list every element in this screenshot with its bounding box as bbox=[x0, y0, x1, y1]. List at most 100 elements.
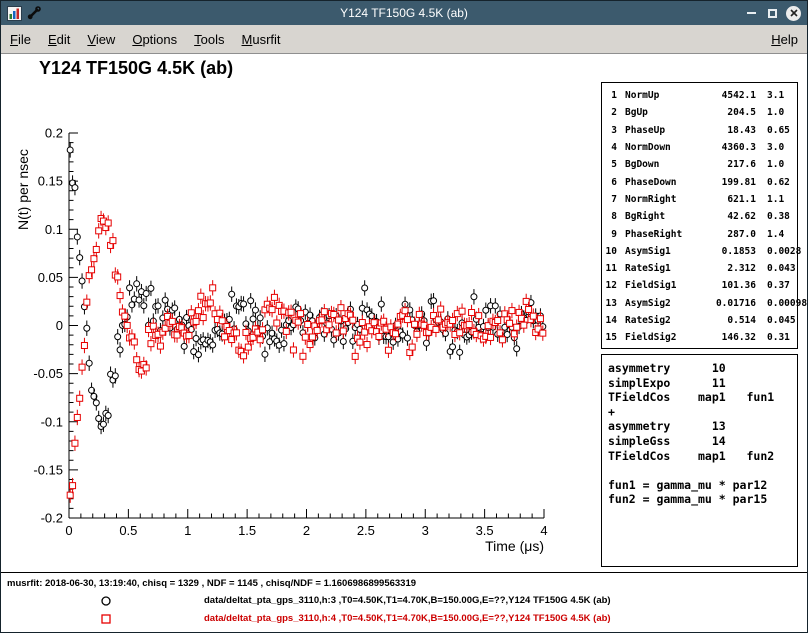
theory-line: asymmetry 10 bbox=[608, 361, 797, 376]
legend-square-icon bbox=[99, 612, 113, 626]
fit-stats-values: 2018-06-30, 13:19:40, chisq = 1329 , NDF… bbox=[45, 578, 416, 589]
theory-line: fun1 = gamma_mu * par12 bbox=[608, 478, 797, 493]
data-series-square bbox=[67, 211, 546, 503]
minimize-button[interactable] bbox=[743, 5, 760, 22]
parameter-name: NormDown bbox=[620, 142, 700, 153]
parameter-err: 3.1 bbox=[756, 90, 796, 101]
fit-stats-label: musrfit: bbox=[7, 578, 42, 589]
menu-item-tools[interactable]: Tools bbox=[194, 32, 224, 47]
app-icon[interactable] bbox=[6, 5, 22, 21]
parameter-val: 0.514 bbox=[700, 315, 756, 326]
plot-canvas[interactable]: 00.511.522.533.540.20.150.10.050-0.05-0.… bbox=[1, 54, 601, 572]
parameter-row: 4NormDown4360.33.0 bbox=[602, 139, 797, 156]
x-tick-label: 3.5 bbox=[476, 523, 494, 538]
menu-item-musrfit[interactable]: Musrfit bbox=[242, 32, 281, 47]
y-tick-label: 0.15 bbox=[38, 174, 63, 189]
footer: musrfit: 2018-06-30, 13:19:40, chisq = 1… bbox=[1, 572, 807, 633]
parameter-val: 4360.3 bbox=[700, 142, 756, 153]
theory-line: simpleGss 14 bbox=[608, 434, 797, 449]
parameter-err: 0.62 bbox=[756, 177, 796, 188]
close-button[interactable] bbox=[785, 5, 802, 22]
parameter-no: 8 bbox=[602, 211, 620, 222]
parameter-no: 9 bbox=[602, 229, 620, 240]
parameter-err: 1.0 bbox=[756, 107, 796, 118]
parameter-no: 11 bbox=[602, 263, 620, 274]
parameter-row: 13AsymSig20.017160.00098 bbox=[602, 295, 797, 312]
menu-item-options[interactable]: Options bbox=[132, 32, 177, 47]
y-tick-label: 0.2 bbox=[45, 126, 63, 141]
parameter-row: 10AsymSig10.18530.0028 bbox=[602, 243, 797, 260]
parameter-row: 5BgDown217.61.0 bbox=[602, 156, 797, 173]
parameter-row: 11RateSig12.3120.043 bbox=[602, 260, 797, 277]
x-tick-label: 0.5 bbox=[119, 523, 137, 538]
parameter-val: 0.01716 bbox=[700, 298, 756, 309]
minimize-icon bbox=[747, 12, 756, 14]
x-tick-label: 2.5 bbox=[357, 523, 375, 538]
data-series-circle bbox=[67, 142, 546, 434]
parameter-name: RateSig1 bbox=[620, 263, 700, 274]
titlebar[interactable]: Y124 TF150G 4.5K (ab) bbox=[1, 1, 807, 25]
parameter-row: 6PhaseDown199.810.62 bbox=[602, 173, 797, 190]
close-icon bbox=[786, 6, 801, 21]
parameter-row: 12FieldSig1101.360.37 bbox=[602, 277, 797, 294]
fit-parameter-pane[interactable]: 1NormUp4542.13.12BgUp204.51.03PhaseUp18.… bbox=[601, 82, 798, 349]
parameter-no: 7 bbox=[602, 194, 620, 205]
maximize-button[interactable] bbox=[764, 5, 781, 22]
parameter-name: NormUp bbox=[620, 90, 700, 101]
parameter-row: 15FieldSig2146.320.31 bbox=[602, 329, 797, 346]
theory-lines: asymmetry 10simplExpo 11TFieldCos map1 f… bbox=[608, 361, 797, 507]
y-tick-label: 0 bbox=[56, 318, 63, 333]
parameter-val: 4542.1 bbox=[700, 90, 756, 101]
parameter-err: 0.0028 bbox=[756, 246, 796, 257]
theory-line bbox=[608, 463, 797, 478]
parameter-name: FieldSig2 bbox=[620, 332, 700, 343]
parameter-val: 0.1853 bbox=[700, 246, 756, 257]
y-tick-label: -0.1 bbox=[41, 414, 63, 429]
parameter-row: 2BgUp204.51.0 bbox=[602, 104, 797, 121]
parameter-val: 217.6 bbox=[700, 159, 756, 170]
parameter-no: 1 bbox=[602, 90, 620, 101]
parameter-no: 4 bbox=[602, 142, 620, 153]
x-tick-label: 2 bbox=[303, 523, 310, 538]
parameter-name: PhaseUp bbox=[620, 125, 700, 136]
parameter-err: 1.1 bbox=[756, 194, 796, 205]
wrench-icon bbox=[26, 5, 42, 21]
x-tick-label: 0 bbox=[65, 523, 72, 538]
parameter-no: 13 bbox=[602, 298, 620, 309]
parameter-no: 10 bbox=[602, 246, 620, 257]
parameter-row: 9PhaseRight287.01.4 bbox=[602, 225, 797, 242]
parameter-no: 2 bbox=[602, 107, 620, 118]
parameter-err: 1.0 bbox=[756, 159, 796, 170]
y-tick-label: -0.2 bbox=[41, 511, 63, 526]
fit-stats: musrfit: 2018-06-30, 13:19:40, chisq = 1… bbox=[7, 578, 416, 589]
legend-circle-icon bbox=[99, 594, 113, 608]
x-tick-label: 1.5 bbox=[238, 523, 256, 538]
theory-pane[interactable]: asymmetry 10simplExpo 11TFieldCos map1 f… bbox=[601, 354, 798, 567]
menu-item-file[interactable]: File bbox=[10, 32, 31, 47]
parameter-row: 1NormUp4542.13.1 bbox=[602, 87, 797, 104]
parameter-err: 0.37 bbox=[756, 280, 796, 291]
parameter-val: 42.62 bbox=[700, 211, 756, 222]
menubar-items: File Edit View Options Tools Musrfit bbox=[10, 32, 281, 47]
theory-line: fun2 = gamma_mu * par15 bbox=[608, 492, 797, 507]
menu-item-edit[interactable]: Edit bbox=[48, 32, 70, 47]
parameter-val: 199.81 bbox=[700, 177, 756, 188]
y-axis-title: N(t) per nsec bbox=[15, 149, 31, 230]
parameter-no: 6 bbox=[602, 177, 620, 188]
legend-entry: data/deltat_pta_gps_3110,h:4 ,T0=4.50K,T… bbox=[1, 611, 807, 627]
parameter-name: BgRight bbox=[620, 211, 700, 222]
parameter-no: 5 bbox=[602, 159, 620, 170]
parameter-list: 1NormUp4542.13.12BgUp204.51.03PhaseUp18.… bbox=[602, 87, 797, 346]
parameter-name: NormRight bbox=[620, 194, 700, 205]
parameter-err: 1.4 bbox=[756, 229, 796, 240]
x-tick-label: 4 bbox=[540, 523, 547, 538]
menu-item-help[interactable]: Help bbox=[771, 32, 798, 47]
parameter-name: FieldSig1 bbox=[620, 280, 700, 291]
parameter-name: BgDown bbox=[620, 159, 700, 170]
parameter-name: RateSig2 bbox=[620, 315, 700, 326]
y-tick-label: -0.15 bbox=[33, 462, 63, 477]
parameter-val: 2.312 bbox=[700, 263, 756, 274]
parameter-no: 12 bbox=[602, 280, 620, 291]
menu-item-view[interactable]: View bbox=[87, 32, 115, 47]
parameter-err: 0.38 bbox=[756, 211, 796, 222]
